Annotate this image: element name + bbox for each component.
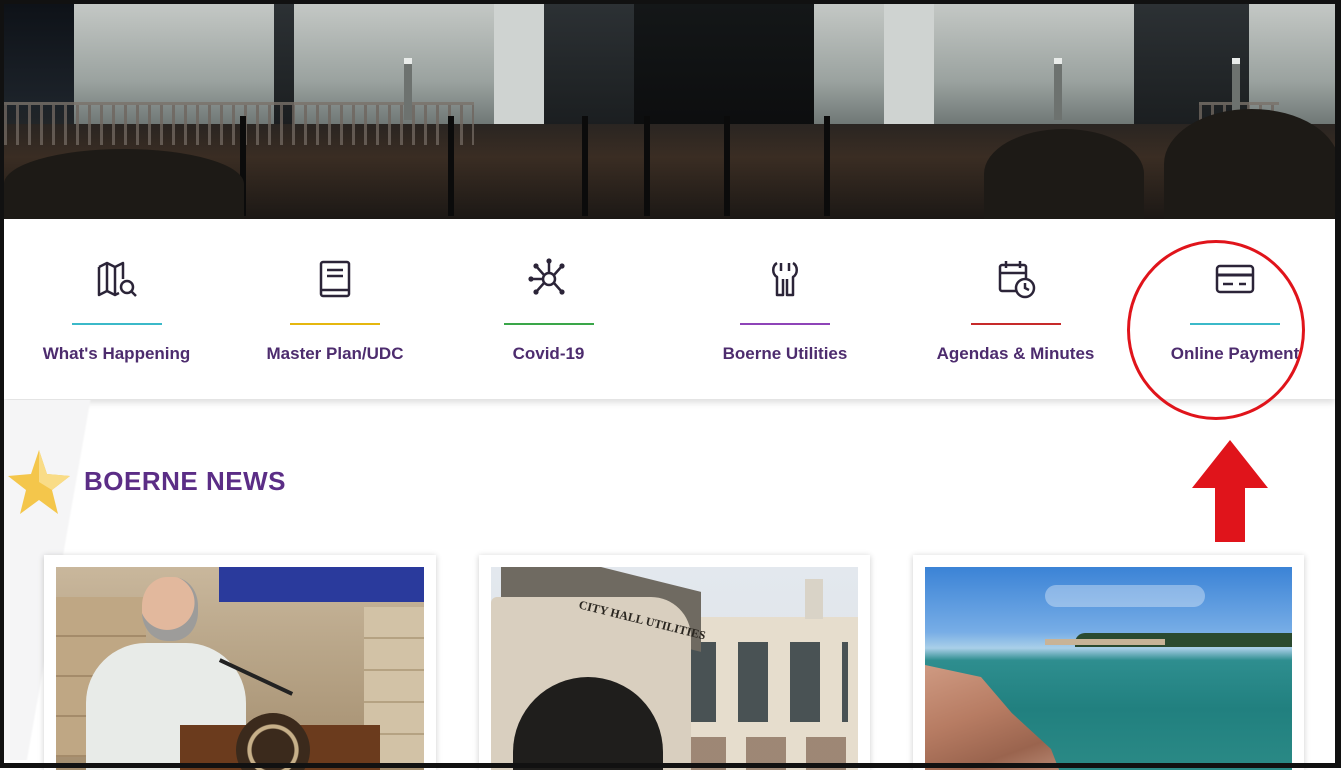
map-search-icon	[97, 261, 137, 297]
highlight-circle	[1127, 240, 1305, 420]
network-icon	[527, 258, 565, 295]
accent-bar	[290, 323, 380, 325]
accent-bar	[740, 323, 830, 325]
news-card-image[interactable]	[56, 567, 424, 770]
star-icon	[8, 450, 70, 514]
calendar-clock-icon	[998, 261, 1035, 299]
quick-link-label: Covid-19	[512, 344, 585, 363]
book-icon	[319, 260, 351, 298]
accent-bar	[71, 323, 162, 325]
accent-bar	[503, 323, 594, 325]
quick-link-label: Master Plan/UDC	[266, 344, 404, 363]
quick-link-agendas-minutes[interactable]: Agendas & Minutes	[909, 219, 1122, 399]
seal-icon	[236, 713, 310, 770]
accent-bar	[970, 323, 1061, 325]
quick-link-master-plan[interactable]: Master Plan/UDC	[229, 219, 441, 399]
section-title: BOERNE NEWS	[84, 466, 286, 496]
quick-link-label: What's Happening	[42, 344, 191, 363]
up-arrow-icon	[1192, 440, 1268, 542]
quick-link-whats-happening[interactable]: What's Happening	[4, 219, 229, 399]
news-card-image[interactable]: CITY HALL UTILITIES	[491, 567, 858, 770]
news-card[interactable]: CITY HALL UTILITIES	[479, 555, 870, 770]
wrench-icon	[772, 261, 798, 297]
hero-window	[934, 4, 1134, 132]
news-card[interactable]	[44, 555, 436, 770]
news-card-image[interactable]	[925, 567, 1292, 770]
quick-link-label: Boerne Utilities	[722, 344, 848, 363]
quick-link-boerne-utilities[interactable]: Boerne Utilities	[656, 219, 914, 399]
news-card[interactable]	[913, 555, 1304, 770]
hero-banner-image	[4, 4, 1335, 219]
quick-link-label: Agendas & Minutes	[936, 344, 1095, 363]
quick-link-covid-19[interactable]: Covid-19	[441, 219, 656, 399]
